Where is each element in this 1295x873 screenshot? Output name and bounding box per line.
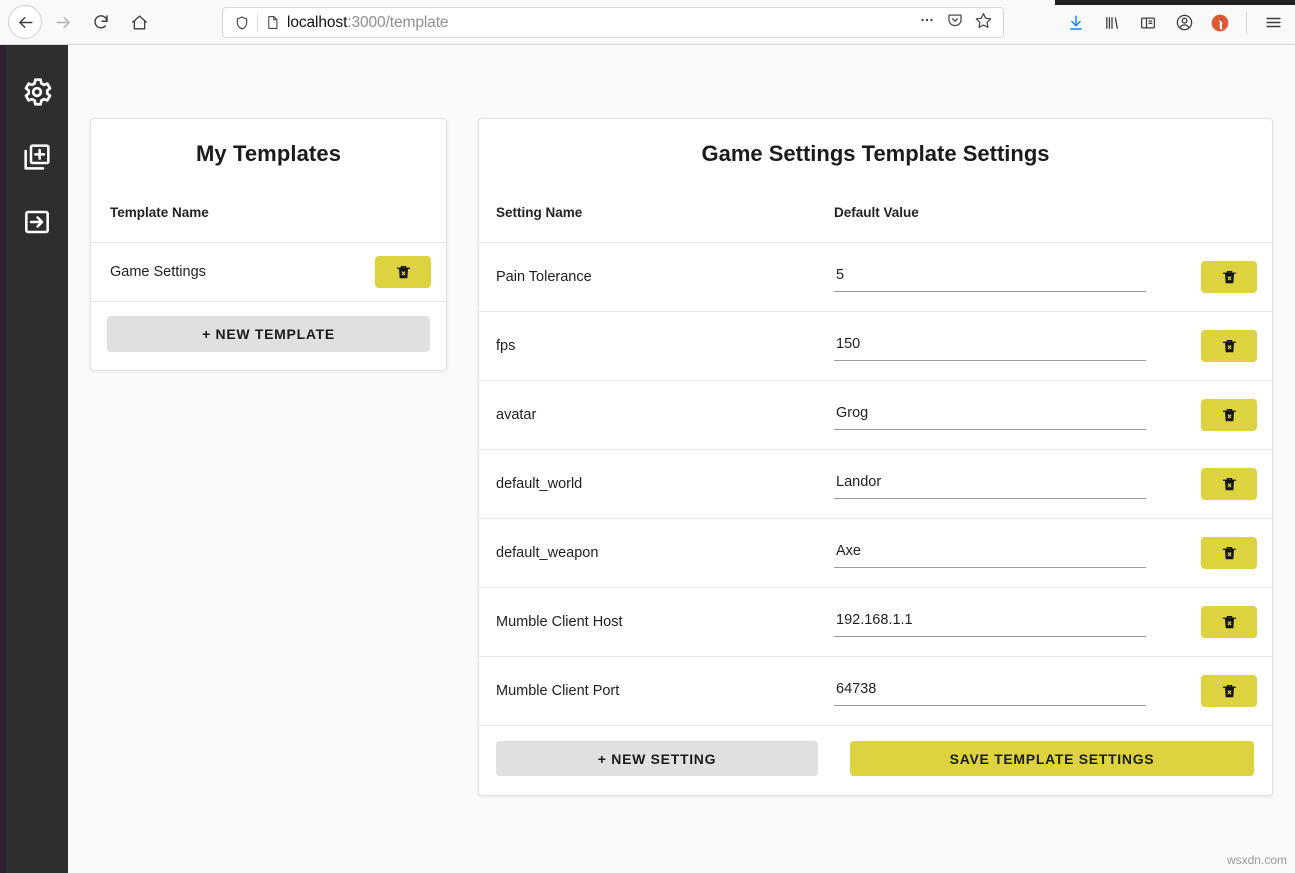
table-row: Game Settings bbox=[91, 243, 446, 302]
bookmark-star-icon[interactable] bbox=[974, 11, 993, 35]
url-bar[interactable]: localhost:3000/template bbox=[222, 7, 1004, 38]
home-button[interactable] bbox=[122, 5, 156, 39]
page-actions-ellipsis-icon[interactable] bbox=[918, 11, 936, 34]
trash-x-icon bbox=[1221, 269, 1238, 286]
sidebar-item-logout[interactable] bbox=[9, 189, 65, 254]
page-content: My Templates Template Name Game Settings bbox=[68, 45, 1295, 873]
setting-value-input[interactable] bbox=[834, 538, 1146, 568]
app-sidebar bbox=[6, 45, 68, 873]
setting-value-input[interactable] bbox=[834, 469, 1146, 499]
duckduckgo-extension-icon[interactable] bbox=[1204, 7, 1236, 39]
toolbar-divider bbox=[1246, 12, 1247, 34]
setting-value-input[interactable] bbox=[834, 676, 1146, 706]
gear-icon bbox=[20, 75, 54, 109]
template-settings-title: Game Settings Template Settings bbox=[479, 119, 1272, 167]
trash-x-icon bbox=[395, 264, 412, 281]
account-icon[interactable] bbox=[1168, 7, 1200, 39]
table-row: Mumble Client Host bbox=[479, 588, 1272, 657]
setting-value-input[interactable] bbox=[834, 262, 1146, 292]
back-button[interactable] bbox=[8, 5, 42, 39]
browser-toolbar-right bbox=[1060, 6, 1289, 39]
trash-x-icon bbox=[1221, 338, 1238, 355]
settings-table-body: Pain Tolerance fps avatar default_world … bbox=[479, 243, 1272, 726]
setting-name: Mumble Client Port bbox=[479, 683, 834, 699]
browser-chrome: localhost:3000/template bbox=[0, 0, 1295, 45]
downloads-icon[interactable] bbox=[1060, 7, 1092, 39]
template-name-column-header: Template Name bbox=[91, 167, 446, 243]
urlbar-actions bbox=[918, 11, 995, 35]
setting-value-input[interactable] bbox=[834, 607, 1146, 637]
trash-x-icon bbox=[1221, 407, 1238, 424]
setting-name: default_weapon bbox=[479, 545, 834, 561]
my-templates-card: My Templates Template Name Game Settings bbox=[90, 118, 447, 371]
delete-setting-button[interactable] bbox=[1201, 675, 1257, 707]
url-text: localhost:3000/template bbox=[287, 14, 448, 32]
delete-setting-button[interactable] bbox=[1201, 537, 1257, 569]
save-template-settings-button[interactable]: SAVE TEMPLATE SETTINGS bbox=[850, 741, 1254, 776]
template-name: Game Settings bbox=[110, 264, 206, 280]
delete-setting-button[interactable] bbox=[1201, 399, 1257, 431]
trash-x-icon bbox=[1221, 476, 1238, 493]
tracking-protection-shield-icon[interactable] bbox=[231, 15, 256, 31]
trash-x-icon bbox=[1221, 683, 1238, 700]
forward-button[interactable] bbox=[46, 5, 80, 39]
sidebar-icon[interactable] bbox=[1132, 7, 1164, 39]
page-document-icon bbox=[265, 14, 280, 31]
settings-table-header: Setting Name Default Value bbox=[479, 167, 1272, 243]
delete-setting-button[interactable] bbox=[1201, 468, 1257, 500]
template-settings-card: Game Settings Template Settings Setting … bbox=[478, 118, 1273, 796]
window-top-strip bbox=[1055, 0, 1295, 5]
new-template-button[interactable]: + NEW TEMPLATE bbox=[107, 316, 430, 352]
delete-setting-button[interactable] bbox=[1201, 606, 1257, 638]
add-square-icon bbox=[21, 141, 53, 173]
sidebar-item-settings[interactable] bbox=[9, 59, 65, 124]
browser-nav-buttons bbox=[8, 4, 156, 40]
settings-actions: + NEW SETTING SAVE TEMPLATE SETTINGS bbox=[479, 726, 1272, 795]
my-templates-title: My Templates bbox=[91, 119, 446, 167]
new-setting-button[interactable]: + NEW SETTING bbox=[496, 741, 818, 776]
app-menu-icon[interactable] bbox=[1257, 7, 1289, 39]
setting-value-input[interactable] bbox=[834, 400, 1146, 430]
library-icon[interactable] bbox=[1096, 7, 1128, 39]
setting-name: default_world bbox=[479, 476, 834, 492]
delete-setting-button[interactable] bbox=[1201, 261, 1257, 293]
table-row: default_world bbox=[479, 450, 1272, 519]
setting-name: Mumble Client Host bbox=[479, 614, 834, 630]
trash-x-icon bbox=[1221, 545, 1238, 562]
sidebar-item-new-template[interactable] bbox=[9, 124, 65, 189]
reload-button[interactable] bbox=[84, 5, 118, 39]
delete-setting-button[interactable] bbox=[1201, 330, 1257, 362]
logout-arrow-icon bbox=[21, 206, 53, 238]
table-row: Pain Tolerance bbox=[479, 243, 1272, 312]
delete-template-button[interactable] bbox=[375, 256, 431, 288]
setting-name: fps bbox=[479, 338, 834, 354]
table-row: avatar bbox=[479, 381, 1272, 450]
table-row: Mumble Client Port bbox=[479, 657, 1272, 726]
table-row: default_weapon bbox=[479, 519, 1272, 588]
table-row: fps bbox=[479, 312, 1272, 381]
app-viewport: My Templates Template Name Game Settings bbox=[0, 45, 1295, 873]
setting-name: avatar bbox=[479, 407, 834, 423]
setting-name-column-header: Setting Name bbox=[479, 205, 834, 220]
urlbar-divider bbox=[257, 14, 258, 32]
default-value-column-header: Default Value bbox=[834, 205, 1272, 220]
setting-name: Pain Tolerance bbox=[479, 269, 834, 285]
pocket-icon[interactable] bbox=[946, 11, 964, 34]
watermark: wsxdn.com bbox=[1227, 853, 1287, 867]
setting-value-input[interactable] bbox=[834, 331, 1146, 361]
trash-x-icon bbox=[1221, 614, 1238, 631]
